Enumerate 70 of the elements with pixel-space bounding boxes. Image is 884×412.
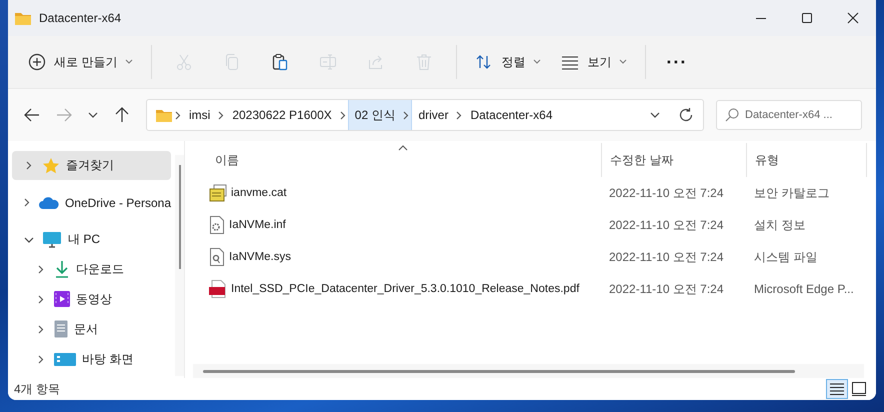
- sort-icon: [475, 53, 494, 71]
- chevron-right-icon: [173, 110, 183, 120]
- sidebar-item[interactable]: 즐겨찾기: [12, 151, 171, 180]
- back-arrow-icon: [24, 108, 40, 122]
- sidebar-item[interactable]: 다운로드: [12, 254, 171, 284]
- chevron-down-icon[interactable]: [22, 236, 36, 242]
- table-cell-text: Microsoft Edge P...: [753, 282, 855, 296]
- more-button[interactable]: ···: [656, 44, 698, 80]
- clipboard-icon: [271, 53, 290, 71]
- film-icon: [54, 290, 70, 308]
- table-cell-text: 2022-11-10 오전 7:24: [608, 248, 725, 266]
- up-arrow-icon: [115, 107, 129, 123]
- scrollbar[interactable]: [175, 155, 184, 376]
- table-cell-text: 2022-11-10 오전 7:24: [608, 184, 725, 202]
- sidebar-item[interactable]: OneDrive - Persona: [12, 188, 171, 217]
- caret-icon: [619, 59, 628, 65]
- sidebar-item[interactable]: 문서: [12, 314, 171, 344]
- search-field[interactable]: Datacenter-x64 ...: [716, 100, 862, 130]
- minimize-icon: [755, 16, 767, 20]
- chevron-right-icon: [338, 110, 348, 120]
- scissors-icon: [175, 53, 194, 71]
- table-cell-text: 2022-11-10 오전 7:24: [608, 280, 725, 298]
- close-icon: [847, 12, 859, 24]
- address-bar[interactable]: imsi 20230622 P1600X 02 인식 driver Datacenter-x64: [146, 99, 704, 131]
- caret-icon: [533, 59, 542, 65]
- sidebar-item[interactable]: 동영상: [12, 284, 171, 314]
- breadcrumb-item[interactable]: 20230622 P1600X: [226, 108, 338, 122]
- file-name[interactable]: IaNVMe.sys: [229, 251, 291, 263]
- maximize-icon: [801, 12, 813, 24]
- cloud-icon: [38, 196, 59, 210]
- search-icon: [725, 108, 739, 122]
- gear-file-icon: [209, 216, 225, 234]
- table-cell-text: 시스템 파일: [753, 248, 818, 266]
- table-cell-text: 2022-11-10 오전 7:24: [608, 216, 725, 234]
- details-view-button[interactable]: [826, 379, 848, 399]
- caret-icon: [125, 59, 134, 65]
- breadcrumb-item[interactable]: driver: [412, 108, 454, 122]
- details-view-icon: [829, 382, 845, 396]
- sidebar-item[interactable]: 바탕 화면: [12, 344, 171, 374]
- rename-icon: [319, 53, 338, 71]
- column-header[interactable]: 유형: [746, 143, 866, 177]
- breadcrumb-item[interactable]: imsi: [183, 108, 216, 122]
- item-count: 4개 항목: [14, 380, 60, 398]
- breadcrumb-item[interactable]: Datacenter-x64: [464, 108, 559, 122]
- document-icon: [54, 320, 68, 338]
- scrollbar[interactable]: [193, 364, 864, 378]
- file-name[interactable]: IaNVMe.inf: [229, 219, 286, 231]
- view-button[interactable]: 보기: [553, 44, 636, 80]
- system-file-icon: [209, 248, 225, 266]
- star-icon: [42, 156, 60, 174]
- window-title: Datacenter-x64: [39, 11, 122, 25]
- folder-icon: [14, 10, 32, 26]
- sort-button[interactable]: 정렬: [467, 44, 550, 80]
- desktop-icon: [54, 352, 76, 366]
- file-name[interactable]: Intel_SSD_PCIe_Datacenter_Driver_5.3.0.1010_Release_Notes.pdf: [231, 283, 580, 295]
- table-cell-text: 설치 정보: [753, 216, 806, 234]
- new-button[interactable]: 새로 만들기: [20, 44, 142, 80]
- sidebar-item[interactable]: 내 PC: [12, 225, 171, 254]
- column-header[interactable]: 이름: [193, 143, 601, 177]
- large-icon-view-icon: [851, 382, 867, 396]
- chevron-down-icon: [88, 112, 98, 118]
- download-icon: [54, 260, 70, 278]
- table-cell-text: 보안 카탈로그: [753, 184, 830, 202]
- forward-arrow-icon: [56, 108, 72, 122]
- trash-icon: [415, 53, 434, 71]
- file-name[interactable]: ianvme.cat: [231, 187, 287, 199]
- pdf-file-icon: [209, 280, 227, 298]
- plus-circle-icon: [28, 53, 46, 71]
- monitor-icon: [42, 230, 62, 248]
- column-header[interactable]: 수정한 날짜: [601, 143, 746, 177]
